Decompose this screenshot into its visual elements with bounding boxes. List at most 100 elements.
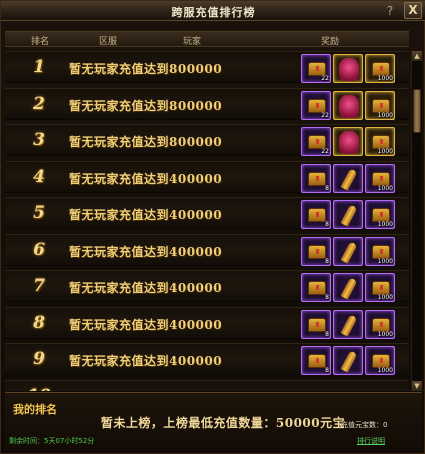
ranking-row: 9 暂无玩家充值达到400000 8 1000 [5,343,409,375]
scroll-down-arrow-icon[interactable]: ▼ [412,381,422,391]
rank-number: 1 [33,57,45,77]
reward-slot[interactable]: 8 [301,346,331,375]
reward-quantity: 8 [325,330,329,338]
ranking-row: 10 [5,379,409,392]
rank-info-text: 暂无玩家充值达到800000 [69,98,223,113]
bullet-icon [340,277,358,300]
reward-slot[interactable] [333,273,363,302]
my-rank-panel: 我的排名 暂未上榜，上榜最低充值数量：50000元宝 充值元宝数：0 剩余时间：… [5,392,422,451]
ranking-row: 8 暂无玩家充值达到400000 8 1000 [5,306,409,339]
reward-quantity: 8 [325,184,329,192]
reward-slot[interactable]: 8 [301,273,331,302]
title-bar[interactable]: 跨服充值排行榜 ? X [1,1,425,21]
rank-number: 8 [33,312,45,333]
ranking-row: 4 暂无玩家充值达到400000 8 1000 [5,160,409,193]
reward-quantity: 1000 [377,294,393,301]
reward-slot[interactable] [333,54,363,83]
ranking-row: 3 暂无玩家充值达到800000 22 1000 [5,124,409,156]
rank-number: 6 [33,239,45,260]
chest-icon [372,62,390,76]
reward-slot[interactable] [333,236,363,266]
chest-icon [308,317,326,332]
rank-number: 7 [33,276,45,296]
reward-slot[interactable]: 1000 [365,90,395,120]
chest-icon [372,135,390,149]
reward-slot[interactable] [333,346,363,375]
reward-slot[interactable]: 8 [301,309,331,339]
my-recharge-amount: 充值元宝数：0 [341,421,388,429]
bullet-icon [340,350,358,373]
rank-number: 10 [19,386,59,392]
reward-quantity: 8 [325,221,329,228]
reward-slot[interactable]: 1000 [365,127,395,156]
rank-number: 5 [33,203,45,223]
figure-icon [339,131,359,154]
scroll-up-arrow-icon[interactable]: ▲ [412,51,422,61]
reward-slot[interactable]: 1000 [365,200,395,229]
reward-slot[interactable]: 1000 [365,54,395,83]
chest-icon [372,171,390,186]
rank-info-text [69,389,299,392]
reward-slot[interactable]: 22 [301,54,331,83]
reward-slot[interactable]: 22 [301,90,331,120]
reward-slot[interactable]: 8 [301,163,331,193]
reward-quantity: 1000 [377,75,393,82]
rank-info-text: 暂无玩家充值达到400000 [69,208,223,222]
chest-icon [308,281,326,295]
chest-icon [308,62,326,76]
reward-slot[interactable]: 8 [301,200,331,229]
rank-info-text: 暂无玩家充值达到800000 [69,62,223,76]
col-reward: 奖励 [321,37,340,47]
col-rank: 排名 [31,37,50,47]
chest-icon [372,208,390,222]
reward-slot[interactable] [333,90,363,120]
help-icon[interactable]: ? [384,2,396,20]
reward-quantity: 8 [325,294,329,301]
reward-quantity: 22 [321,75,329,82]
my-rank-status: 暂未上榜，上榜最低充值数量：50000元宝 [100,416,346,430]
bullet-icon [340,240,358,264]
column-header: 排名 区服 玩家 奖励 [5,31,409,47]
reward-slot[interactable] [333,200,363,229]
reward-quantity: 8 [325,257,329,265]
ranking-row: 2 暂无玩家充值达到800000 22 1000 [5,87,409,120]
reward-quantity: 8 [325,367,329,374]
rank-info-text: 暂无玩家充值达到400000 [69,317,223,332]
reward-quantity: 1000 [377,111,393,119]
reward-slot[interactable]: 1000 [365,163,395,193]
ranking-row: 6 暂无玩家充值达到400000 8 1000 [5,233,409,266]
chest-icon [308,208,326,222]
reward-slot[interactable]: 1000 [365,346,395,375]
reward-slot[interactable]: 22 [301,127,331,156]
ranking-row: 7 暂无玩家充值达到400000 8 1000 [5,270,409,302]
close-button[interactable]: X [404,2,422,19]
rank-info-text: 暂无玩家充值达到400000 [69,281,223,295]
rank-number: 3 [33,130,45,150]
reward-quantity: 1000 [377,367,393,374]
reward-quantity: 22 [321,148,329,155]
scroll-thumb[interactable] [413,88,421,133]
reward-quantity: 1000 [377,330,393,338]
reward-slot[interactable]: 1000 [365,309,395,339]
reward-quantity: 1000 [377,257,393,265]
reward-slot[interactable]: 8 [301,236,331,266]
rank-info-text: 暂无玩家充值达到800000 [69,135,223,149]
chest-icon [308,135,326,149]
chest-icon [308,354,326,368]
rules-link[interactable]: 排行说明 [357,436,385,446]
rank-info-text: 暂无玩家充值达到400000 [69,171,223,186]
figure-icon [339,58,359,81]
reward-quantity: 22 [321,111,329,119]
reward-slot[interactable]: 1000 [365,273,395,302]
reward-slot[interactable] [333,127,363,156]
reward-quantity: 1000 [377,184,393,192]
figure-icon [339,94,359,118]
bullet-icon [340,204,358,227]
reward-slot[interactable] [333,163,363,193]
scrollbar[interactable]: ▲ ▼ [411,51,422,391]
reward-slot[interactable] [333,309,363,339]
reward-slot[interactable]: 1000 [365,236,395,266]
bullet-icon [340,313,358,337]
chest-icon [372,354,390,368]
chest-icon [308,98,326,113]
